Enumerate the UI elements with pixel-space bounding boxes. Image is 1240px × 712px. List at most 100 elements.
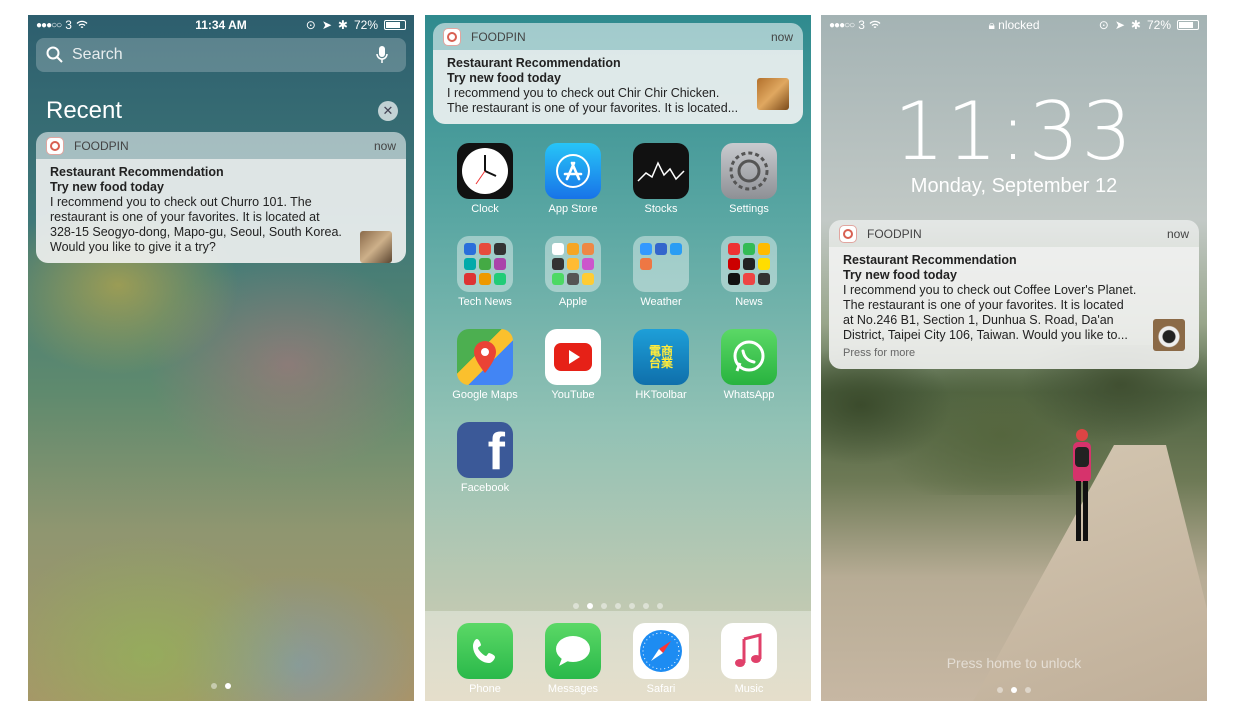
- folder-icon: [545, 236, 601, 292]
- notification-app-name: FOODPIN: [471, 29, 526, 44]
- notification-subtitle: Try new food today: [447, 71, 561, 85]
- notification-banner[interactable]: FOODPIN now Restaurant Recommendation Tr…: [433, 23, 803, 124]
- app-safari[interactable]: Safari: [621, 623, 701, 695]
- wifi-icon: [76, 20, 88, 29]
- app-messages[interactable]: Messages: [533, 623, 613, 695]
- notification-time: now: [1166, 226, 1189, 241]
- home-screen: FOODPIN now Restaurant Recommendation Tr…: [425, 15, 811, 701]
- lock-rotation-icon: ⊙: [1098, 18, 1109, 32]
- battery-icon: [384, 20, 406, 30]
- bluetooth-icon: ✱: [337, 18, 348, 32]
- compass-icon: [633, 623, 689, 679]
- foodpin-app-icon: [839, 224, 857, 243]
- folder-apple[interactable]: Apple: [533, 236, 613, 308]
- app-clock[interactable]: Clock: [445, 143, 525, 215]
- app-whatsapp[interactable]: WhatsApp: [709, 329, 789, 401]
- close-icon: ✕: [382, 103, 394, 118]
- notification-title: Restaurant Recommendation: [843, 253, 1017, 267]
- restaurant-thumbnail: [360, 231, 392, 263]
- folder-weather[interactable]: Weather: [621, 236, 701, 308]
- notification-title: Restaurant Recommendation: [50, 165, 224, 179]
- whatsapp-icon: [721, 329, 777, 385]
- unlock-hint: Press home to unlock: [946, 655, 1082, 671]
- app-facebook[interactable]: f Facebook: [445, 422, 525, 494]
- recent-heading: Recent: [46, 97, 123, 124]
- app-label: Safari: [646, 683, 676, 695]
- battery-percent: 72%: [1146, 18, 1171, 32]
- notification-text: I recommend you to check out Coffee Love…: [843, 283, 1137, 342]
- app-label: Settings: [729, 203, 769, 215]
- notification-body: Restaurant Recommendation Try new food t…: [829, 247, 1199, 369]
- signal-icon: ●●●○○: [36, 19, 62, 31]
- clock-icon: [457, 143, 513, 199]
- app-music[interactable]: Music: [709, 623, 789, 695]
- page-indicator: [425, 603, 811, 609]
- hktoolbar-icon-text: 電商台業: [648, 344, 673, 370]
- restaurant-thumbnail: [1153, 319, 1185, 351]
- app-label: Phone: [469, 683, 501, 695]
- notification-body: Restaurant Recommendation Try new food t…: [433, 50, 803, 124]
- hiker-figure: [1073, 429, 1091, 541]
- restaurant-thumbnail: [757, 78, 789, 110]
- notification-text: I recommend you to check out Churro 101.…: [50, 195, 342, 254]
- microphone-icon[interactable]: [376, 45, 388, 65]
- notification-header: FOODPIN now: [829, 220, 1199, 247]
- status-bar: ●●●○○ 3 🔒︎ nlocked ⊙ ➤ ✱ 72%: [821, 15, 1207, 35]
- youtube-icon: [545, 329, 601, 385]
- signal-icon: ●●●○○: [829, 19, 855, 31]
- notification-text: I recommend you to check out Chir Chir C…: [447, 86, 739, 115]
- notification-time: now: [373, 138, 396, 153]
- facebook-icon: f: [457, 422, 513, 478]
- page-indicator: [28, 683, 414, 689]
- location-icon: ➤: [1114, 18, 1125, 32]
- search-bar[interactable]: Search: [36, 38, 406, 72]
- app-label: Google Maps: [452, 389, 518, 401]
- lock-icon: 🔒︎: [988, 17, 995, 32]
- app-stocks[interactable]: Stocks: [621, 143, 701, 215]
- notification-app-name: FOODPIN: [867, 226, 922, 241]
- app-hktoolbar[interactable]: 電商台業 HKToolbar: [621, 329, 701, 401]
- notification-header: FOODPIN now: [36, 132, 406, 159]
- battery-percent: 72%: [353, 18, 378, 32]
- app-label: Stocks: [644, 203, 678, 215]
- folder-icon: [633, 236, 689, 292]
- stocks-icon: [633, 143, 689, 199]
- dock: Phone Messages Safari Music: [425, 611, 811, 701]
- gear-icon: [721, 143, 777, 199]
- app-label: App Store: [548, 203, 598, 215]
- clear-notifications-button[interactable]: ✕: [378, 101, 398, 121]
- lock-date: Monday, September 12: [910, 175, 1118, 197]
- folder-news[interactable]: News: [709, 236, 789, 308]
- notification-card[interactable]: FOODPIN now Restaurant Recommendation Tr…: [36, 132, 406, 263]
- notification-time: now: [770, 29, 793, 44]
- app-google-maps[interactable]: Google Maps: [445, 329, 525, 401]
- lock-status-label: nlocked: [998, 17, 1040, 32]
- carrier-label: 3: [65, 18, 72, 32]
- search-placeholder: Search: [72, 46, 123, 63]
- bluetooth-icon: ✱: [1130, 18, 1141, 32]
- app-settings[interactable]: Settings: [709, 143, 789, 215]
- app-app-store[interactable]: App Store: [533, 143, 613, 215]
- app-youtube[interactable]: YouTube: [533, 329, 613, 401]
- press-for-more-hint: Press for more: [843, 347, 916, 359]
- status-bar: ●●●○○ 3 11:34 AM ⊙ ➤ ✱ 72%: [28, 15, 414, 35]
- folder-tech-news[interactable]: Tech News: [445, 236, 525, 308]
- foodpin-app-icon: [46, 136, 64, 155]
- app-label: Facebook: [460, 482, 510, 494]
- search-icon: [46, 46, 63, 63]
- carrier-label: 3: [858, 18, 865, 32]
- wifi-icon: [869, 20, 881, 29]
- notification-title: Restaurant Recommendation: [447, 56, 621, 70]
- notification-card[interactable]: FOODPIN now Restaurant Recommendation Tr…: [829, 220, 1199, 369]
- notification-app-name: FOODPIN: [74, 138, 129, 153]
- foodpin-app-icon: [443, 27, 461, 46]
- music-note-icon: [721, 623, 777, 679]
- lock-screen: ●●●○○ 3 🔒︎ nlocked ⊙ ➤ ✱ 72% 11:33 Monda…: [821, 15, 1207, 701]
- app-label: Weather: [640, 296, 682, 308]
- page-indicator: [821, 687, 1207, 693]
- map-pin-icon: [457, 329, 513, 385]
- app-store-icon: [545, 143, 601, 199]
- folder-icon: [721, 236, 777, 292]
- app-phone[interactable]: Phone: [445, 623, 525, 695]
- app-label: News: [735, 296, 763, 308]
